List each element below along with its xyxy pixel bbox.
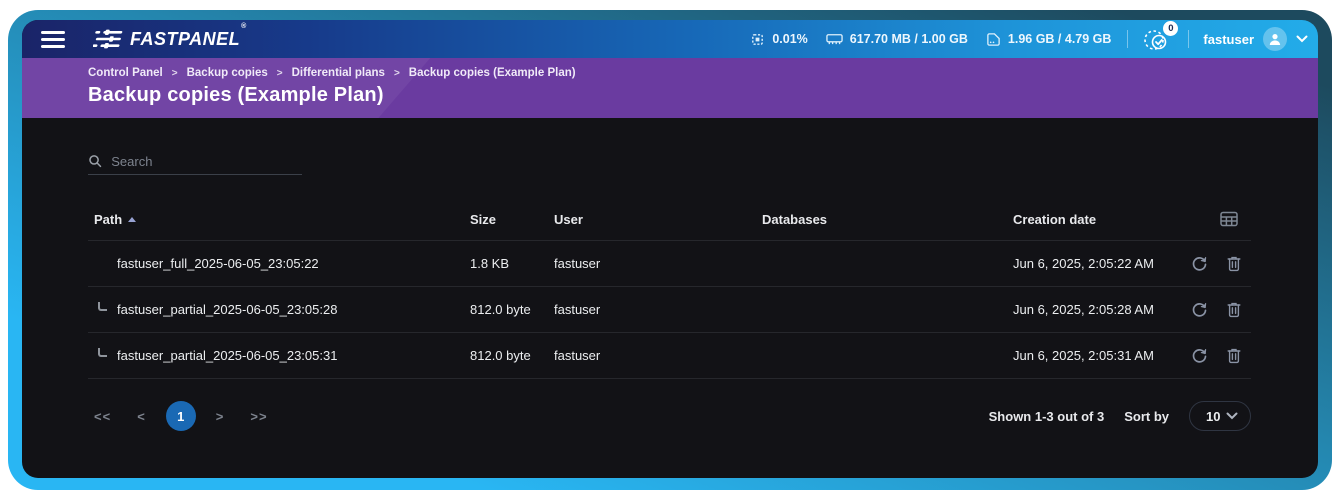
- trash-icon: [1226, 255, 1242, 272]
- page-title: Backup copies (Example Plan): [88, 84, 1318, 107]
- cell-creation-date: Jun 6, 2025, 2:05:28 AM: [1013, 302, 1191, 317]
- disk-usage-value: 1.96 GB / 4.79 GB: [1008, 32, 1112, 46]
- column-header-creation-date[interactable]: Creation date: [1013, 212, 1191, 227]
- notifications-button[interactable]: 0: [1142, 25, 1172, 53]
- delete-button[interactable]: [1226, 301, 1242, 318]
- prev-page-button[interactable]: <: [131, 405, 152, 428]
- logo-text: FASTPANEL®: [130, 29, 246, 50]
- restore-button[interactable]: [1191, 255, 1208, 272]
- page-size-value: 10: [1206, 409, 1220, 424]
- sort-by-label: Sort by: [1124, 409, 1169, 424]
- child-indicator-icon: [98, 348, 107, 357]
- trash-icon: [1226, 347, 1242, 364]
- current-page-button[interactable]: 1: [166, 401, 196, 431]
- ram-usage-stat: 617.70 MB / 1.00 GB: [826, 32, 968, 46]
- breadcrumb-separator: >: [277, 68, 283, 79]
- breadcrumb-item[interactable]: Differential plans: [292, 67, 385, 79]
- breadcrumb-item[interactable]: Backup copies (Example Plan): [409, 67, 576, 79]
- window-frame: FASTPANEL® 0.01%: [8, 10, 1332, 490]
- cell-size: 1.8 KB: [470, 256, 554, 271]
- cell-size: 812.0 byte: [470, 348, 554, 363]
- avatar: [1263, 27, 1287, 51]
- breadcrumb: Control Panel > Backup copies > Differential…: [88, 67, 1318, 79]
- registered-mark: ®: [241, 23, 247, 30]
- chevron-down-icon: [1296, 35, 1308, 43]
- cell-size: 812.0 byte: [470, 302, 554, 317]
- delete-button[interactable]: [1226, 255, 1242, 272]
- table-columns-icon: [1220, 211, 1238, 227]
- notifications-count-badge: 0: [1163, 21, 1178, 36]
- cpu-usage-value: 0.01%: [772, 32, 807, 46]
- cell-user: fastuser: [554, 348, 762, 363]
- cell-user: fastuser: [554, 256, 762, 271]
- user-menu[interactable]: fastuser: [1203, 27, 1308, 51]
- last-page-button[interactable]: >>: [244, 405, 273, 428]
- topbar-divider: [1188, 30, 1189, 48]
- screenshot-stage: FASTPANEL® 0.01%: [0, 0, 1340, 498]
- breadcrumb-item[interactable]: Backup copies: [187, 67, 268, 79]
- disk-icon: [986, 32, 1001, 47]
- column-header-user[interactable]: User: [554, 212, 762, 227]
- topbar-right: 0.01% 617.70 MB / 1.00 GB: [732, 25, 1308, 53]
- cell-actions: [1191, 301, 1255, 318]
- cell-creation-date: Jun 6, 2025, 2:05:31 AM: [1013, 348, 1191, 363]
- app-window: FASTPANEL® 0.01%: [22, 20, 1318, 478]
- column-header-size[interactable]: Size: [470, 212, 554, 227]
- sort-asc-icon: [128, 217, 136, 222]
- cell-path: fastuser_full_2025-06-05_23:05:22: [88, 256, 470, 271]
- topbar-divider: [1127, 30, 1128, 48]
- logo[interactable]: FASTPANEL®: [93, 29, 246, 50]
- table-body: fastuser_full_2025-06-05_23:05:22 1.8 KB…: [88, 241, 1251, 379]
- cell-path: fastuser_partial_2025-06-05_23:05:28: [88, 302, 470, 317]
- table-row[interactable]: fastuser_partial_2025-06-05_23:05:28 812…: [88, 287, 1251, 333]
- shown-count-text: Shown 1-3 out of 3: [989, 409, 1105, 424]
- username: fastuser: [1203, 32, 1254, 47]
- cell-path: fastuser_partial_2025-06-05_23:05:31: [88, 348, 470, 363]
- column-settings-button[interactable]: [1191, 211, 1251, 227]
- pager: << < 1 > >>: [88, 401, 274, 431]
- search-input[interactable]: [111, 154, 302, 169]
- child-indicator-icon: [98, 302, 107, 311]
- cell-actions: [1191, 347, 1255, 364]
- breadcrumb-separator: >: [172, 68, 178, 79]
- cell-user: fastuser: [554, 302, 762, 317]
- cell-actions: [1191, 255, 1255, 272]
- breadcrumb-separator: >: [394, 68, 400, 79]
- restore-icon: [1191, 347, 1208, 364]
- fastpanel-logo-icon: [93, 29, 123, 49]
- topbar: FASTPANEL® 0.01%: [22, 20, 1318, 58]
- chevron-down-icon: [1226, 412, 1238, 420]
- column-header-databases[interactable]: Databases: [762, 212, 1013, 227]
- search-box: [88, 148, 302, 175]
- disk-usage-stat: 1.96 GB / 4.79 GB: [986, 32, 1112, 47]
- restore-icon: [1191, 301, 1208, 318]
- cpu-icon: [750, 32, 765, 47]
- search-icon: [88, 153, 102, 169]
- person-icon: [1268, 32, 1282, 46]
- column-header-path[interactable]: Path: [88, 212, 470, 227]
- page-size-select[interactable]: 10: [1189, 401, 1251, 431]
- ram-usage-value: 617.70 MB / 1.00 GB: [850, 32, 968, 46]
- breadcrumb-item[interactable]: Control Panel: [88, 67, 163, 79]
- restore-icon: [1191, 255, 1208, 272]
- pagination-bar: << < 1 > >> Shown 1-3 out of 3 Sort by 1…: [88, 401, 1251, 431]
- cpu-usage-stat: 0.01%: [750, 32, 807, 47]
- cell-creation-date: Jun 6, 2025, 2:05:22 AM: [1013, 256, 1191, 271]
- next-page-button[interactable]: >: [210, 405, 231, 428]
- ram-icon: [826, 32, 843, 46]
- table-header: Path Size User Databases Creation date: [88, 198, 1251, 241]
- table-row[interactable]: fastuser_full_2025-06-05_23:05:22 1.8 KB…: [88, 241, 1251, 287]
- restore-button[interactable]: [1191, 347, 1208, 364]
- trash-icon: [1226, 301, 1242, 318]
- first-page-button[interactable]: <<: [88, 405, 117, 428]
- restore-button[interactable]: [1191, 301, 1208, 318]
- main-content: Path Size User Databases Creation date: [22, 148, 1318, 431]
- hamburger-menu-icon[interactable]: [41, 31, 65, 48]
- table-row[interactable]: fastuser_partial_2025-06-05_23:05:31 812…: [88, 333, 1251, 379]
- page-header: Control Panel > Backup copies > Differential…: [22, 58, 1318, 118]
- delete-button[interactable]: [1226, 347, 1242, 364]
- pager-right: Shown 1-3 out of 3 Sort by 10: [989, 401, 1251, 431]
